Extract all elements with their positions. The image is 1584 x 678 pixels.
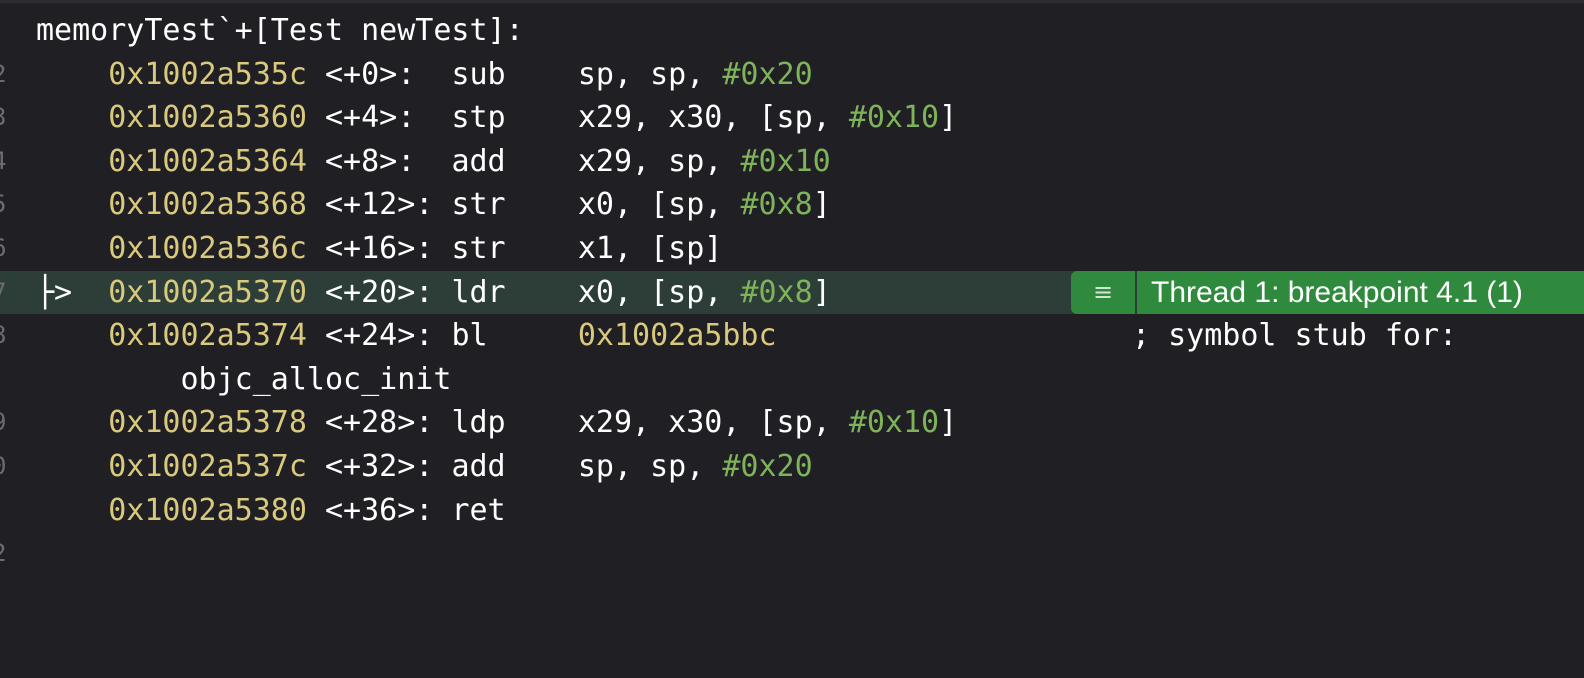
operand: x0, [sp,: [577, 187, 741, 223]
instruction-mnemonic: add: [451, 143, 578, 179]
code-line[interactable]: 3 0x1002a5360 <+4>: stp x29, x30, [sp, #…: [0, 96, 1584, 140]
instruction-mnemonic: stp: [451, 100, 578, 136]
code-line[interactable]: 0x1002a5380 <+36>: ret: [0, 489, 1584, 533]
function-header: memoryTest`+[Test newTest]:: [36, 13, 524, 48]
instruction-offset: <+28>:: [325, 405, 452, 441]
instruction-mnemonic: bl: [451, 318, 578, 354]
operand-suffix: ]: [812, 187, 831, 223]
operand-suffix: ]: [939, 405, 958, 441]
instruction-mnemonic: sub: [451, 56, 578, 92]
instruction-address: 0x1002a5378: [108, 405, 307, 441]
line-number: 5: [0, 183, 6, 227]
breakpoint-annotation[interactable]: ≡ Thread 1: breakpoint 4.1 (1): [1071, 270, 1584, 315]
code-line[interactable]: 5 0x1002a5368 <+12>: str x0, [sp, #0x8]: [0, 183, 1584, 227]
instruction-mnemonic: ldp: [451, 405, 578, 441]
instruction-mnemonic: add: [451, 448, 578, 484]
instruction-offset: <+8>:: [325, 143, 452, 179]
operand: x29, x30, [sp,: [577, 405, 849, 441]
instruction-mnemonic: str: [451, 230, 578, 266]
line-number: 9: [0, 401, 6, 445]
instruction-offset: <+36>:: [325, 492, 452, 528]
instruction-address: 0x1002a5368: [108, 187, 307, 223]
current-pc-line[interactable]: 7 ├> 0x1002a5370 <+20>: ldr x0, [sp, #0x…: [0, 270, 1584, 315]
symbol-stub-comment: ; symbol stub for:: [1132, 318, 1458, 354]
branch-target-address: 0x1002a5bbc: [577, 318, 777, 354]
immediate-operand: #0x8: [740, 274, 813, 310]
program-counter-arrow: ├>: [36, 274, 73, 310]
code-line[interactable]: 4 0x1002a5364 <+8>: add x29, sp, #0x10: [0, 140, 1584, 184]
code-line[interactable]: 0 0x1002a537c <+32>: add sp, sp, #0x20: [0, 445, 1584, 489]
operand: sp, sp,: [577, 448, 723, 484]
instruction-address: 0x1002a536c: [108, 230, 307, 266]
instruction-address: 0x1002a537c: [108, 448, 307, 484]
immediate-operand: #0x8: [740, 187, 813, 223]
line-number: 8: [0, 314, 6, 358]
operand: sp, sp,: [577, 56, 723, 92]
line-number: 7: [0, 271, 6, 315]
code-line[interactable]: 8 0x1002a5374 <+24>: bl 0x1002a5bbc ; sy…: [0, 314, 1584, 358]
instruction-offset: <+4>:: [325, 100, 452, 136]
line-number: 4: [0, 140, 6, 184]
operand: x29, sp,: [577, 143, 741, 179]
instruction-address: 0x1002a5360: [108, 100, 307, 136]
instruction-offset: <+0>:: [325, 56, 452, 92]
line-number: 3: [0, 96, 6, 140]
code-line-header: memoryTest`+[Test newTest]:: [0, 9, 1584, 53]
line-number: 2: [0, 53, 6, 97]
operand: x1, [sp]: [577, 230, 723, 266]
code-line-wrap: objc_alloc_init: [0, 358, 1584, 402]
operand: x0, [sp,: [577, 274, 741, 310]
instruction-offset: <+24>:: [325, 318, 452, 354]
line-number: 6: [0, 227, 6, 271]
instruction-offset: <+16>:: [325, 230, 452, 266]
immediate-operand: #0x10: [848, 405, 940, 441]
immediate-operand: #0x20: [722, 56, 813, 92]
instruction-mnemonic: ret: [451, 492, 506, 528]
symbol-name: objc_alloc_init: [180, 361, 452, 397]
immediate-operand: #0x10: [848, 100, 940, 136]
instruction-mnemonic: str: [451, 187, 578, 223]
immediate-operand: #0x10: [740, 143, 831, 179]
immediate-operand: #0x20: [722, 448, 813, 484]
instruction-address: 0x1002a535c: [108, 56, 307, 92]
code-line[interactable]: 6 0x1002a536c <+16>: str x1, [sp]: [0, 227, 1584, 271]
instruction-offset: <+32>:: [325, 448, 452, 484]
instruction-address: 0x1002a5374: [108, 318, 307, 354]
breakpoint-label: Thread 1: breakpoint 4.1 (1): [1137, 270, 1584, 315]
instruction-mnemonic: ldr: [451, 274, 578, 310]
instruction-address: 0x1002a5364: [108, 143, 307, 179]
operand-suffix: ]: [939, 100, 958, 136]
disassembly-view[interactable]: memoryTest`+[Test newTest]: 2 0x1002a535…: [0, 9, 1584, 576]
lines-icon[interactable]: ≡: [1071, 270, 1135, 315]
instruction-address: 0x1002a5370: [108, 274, 307, 310]
code-line-empty[interactable]: 2: [0, 532, 1584, 576]
instruction-address: 0x1002a5380: [108, 492, 307, 528]
top-divider: [0, 0, 1584, 3]
line-number: 2: [0, 532, 6, 576]
operand-suffix: ]: [812, 274, 831, 310]
line-number: 0: [0, 445, 6, 489]
instruction-offset: <+12>:: [325, 187, 452, 223]
instruction-offset: <+20>:: [325, 274, 452, 310]
code-line[interactable]: 2 0x1002a535c <+0>: sub sp, sp, #0x20: [0, 53, 1584, 97]
code-line[interactable]: 9 0x1002a5378 <+28>: ldp x29, x30, [sp, …: [0, 401, 1584, 445]
operand: x29, x30, [sp,: [577, 100, 849, 136]
